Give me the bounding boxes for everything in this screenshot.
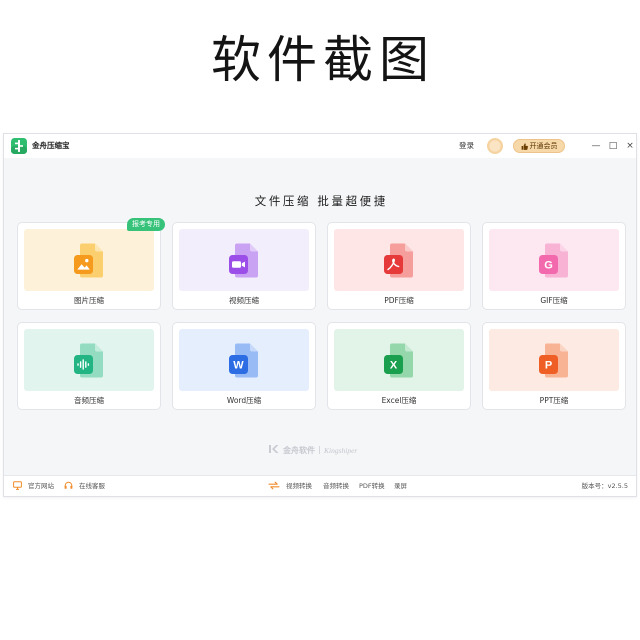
pdf-icon [383,242,415,278]
avatar[interactable] [487,138,503,154]
card-panel [334,229,464,291]
headline: 文件压缩 批量超便捷 [254,194,388,208]
card-label: 视频压缩 [229,296,259,305]
official-website-link[interactable]: 官方网站 [28,476,54,496]
card-label: GIF压缩 [540,296,568,305]
screen-record-link[interactable]: 录屏 [394,476,407,496]
maximize-button[interactable]: □ [606,134,620,158]
card-label: PPT压缩 [539,396,569,405]
audio-icon [73,342,105,378]
card-panel [24,229,154,291]
image-compress-card[interactable]: 图片压缩 报考专用 [17,218,165,310]
card-panel: W [179,329,309,391]
word-compress-card[interactable]: W Word压缩 [172,322,316,410]
exam-badge: 报考专用 [127,218,165,231]
app-logo-icon [11,138,27,154]
brand-watermark: 金舟软件 Kingshiper [268,444,357,456]
card-panel: X [334,329,464,391]
word-icon: W [228,342,260,378]
version-label: 版本号：v2.5.5 [581,482,628,490]
kingshiper-logo-icon [268,444,279,456]
gif-compress-card[interactable]: G GIF压缩 [482,222,626,310]
thumbs-up-icon [521,142,528,150]
audio-compress-card[interactable]: 音频压缩 [17,322,161,410]
app-window: 金舟压缩宝 登录 开通会员 — □ × 文件压缩 批量超便捷 图片压缩 报考专用… [3,133,637,497]
headset-icon[interactable] [64,481,73,490]
card-panel: G [489,229,619,291]
pdf-convert-link[interactable]: PDF转换 [359,476,385,496]
brand-name-en: Kingshiper [324,445,358,455]
app-title: 金舟压缩宝 [32,141,70,150]
gif-glyph: G [544,260,553,272]
close-button[interactable]: × [623,134,637,158]
login-link[interactable]: 登录 [459,134,474,158]
ppt-icon: P [538,342,570,378]
video-icon [228,242,260,278]
card-label: Excel压缩 [381,396,417,405]
vip-membership-button[interactable]: 开通会员 [513,139,565,153]
footer-bar: 官方网站 在线客服 视频转换 音频转换 PDF转换 录屏 版本号：v2.5.5 [4,475,636,496]
card-panel [179,229,309,291]
ppt-glyph: P [545,360,552,372]
excel-compress-card[interactable]: X Excel压缩 [327,322,471,410]
gif-icon: G [538,242,570,278]
card-label: 音频压缩 [74,396,104,405]
excel-icon: X [383,342,415,378]
brand-name-cn: 金舟软件 [283,445,315,455]
card-label: 图片压缩 [74,296,104,305]
pdf-compress-card[interactable]: PDF压缩 [327,222,471,310]
title-bar: 金舟压缩宝 登录 开通会员 — □ × [4,134,636,158]
online-service-link[interactable]: 在线客服 [79,476,105,496]
page-heading: 软件截图 [211,31,435,89]
ppt-compress-card[interactable]: P PPT压缩 [482,322,626,410]
card-panel [24,329,154,391]
vip-button-label: 开通会员 [529,142,558,150]
card-label: PDF压缩 [384,296,414,305]
minimize-button[interactable]: — [589,134,603,158]
word-glyph: W [233,360,244,372]
card-panel: P [489,329,619,391]
convert-icon [268,481,280,490]
main-area: 文件压缩 批量超便捷 图片压缩 报考专用 视频压缩 PDF压缩 G GIF压缩 … [4,158,636,475]
brand-divider [319,446,320,454]
monitor-icon[interactable] [13,481,22,490]
video-compress-card[interactable]: 视频压缩 [172,222,316,310]
card-label: Word压缩 [226,396,262,405]
excel-glyph: X [390,360,398,372]
image-icon [73,242,105,278]
video-convert-link[interactable]: 视频转换 [286,476,312,496]
audio-convert-link[interactable]: 音频转换 [323,476,349,496]
